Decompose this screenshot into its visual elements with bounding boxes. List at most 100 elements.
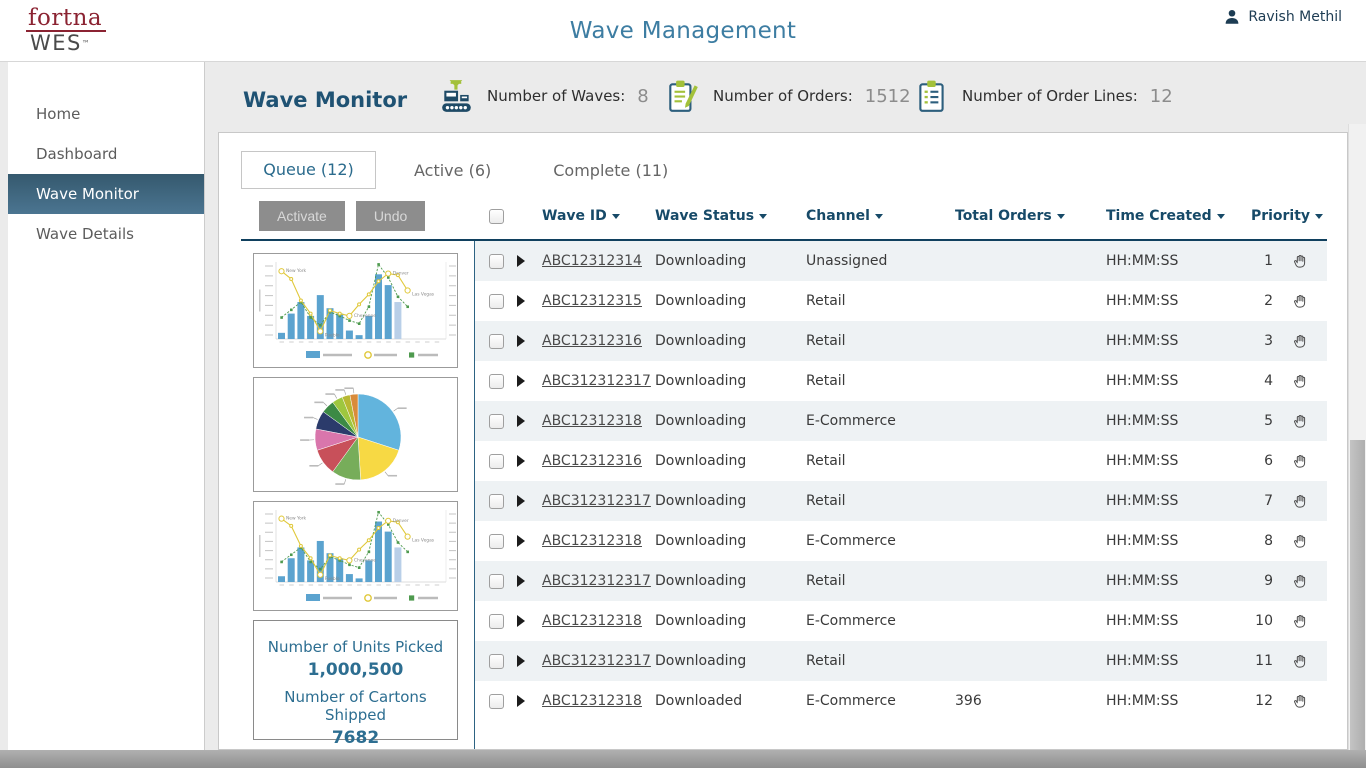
drag-handle-cell xyxy=(1273,373,1327,390)
column-header-wave-id[interactable]: Wave ID xyxy=(539,208,651,224)
chart-annotation: Denver xyxy=(393,518,409,524)
wave-id-link[interactable]: ABC12312318 xyxy=(539,533,651,549)
time-created-cell: HH:MM:SS xyxy=(1106,253,1179,269)
user-name: Ravish Methil xyxy=(1248,9,1342,25)
row-checkbox[interactable] xyxy=(488,453,504,469)
row-checkbox[interactable] xyxy=(488,613,504,629)
column-header-total-orders[interactable]: Total Orders xyxy=(947,208,1097,224)
sidebar-item-wave-details[interactable]: Wave Details xyxy=(8,214,204,254)
row-checkbox[interactable] xyxy=(488,653,504,669)
row-checkbox[interactable] xyxy=(488,333,504,349)
wave-id-link[interactable]: ABC312312317 xyxy=(539,573,651,589)
drag-handle-icon[interactable] xyxy=(1292,493,1309,510)
row-checkbox[interactable] xyxy=(488,293,504,309)
row-checkbox[interactable] xyxy=(488,573,504,589)
bar xyxy=(297,547,305,582)
row-checkbox[interactable] xyxy=(488,493,504,509)
expand-row-icon[interactable] xyxy=(517,295,525,307)
drag-handle-cell xyxy=(1273,653,1327,670)
column-header-priority[interactable]: Priority xyxy=(1247,208,1327,224)
wave-id-link[interactable]: ABC12312318 xyxy=(539,413,651,429)
wave-id-link[interactable]: ABC12312314 xyxy=(539,253,651,269)
expand-row-icon[interactable] xyxy=(517,255,525,267)
combo-chart: New York Pueblo Cheyenne Denver Las Vegas xyxy=(259,262,456,359)
expand-row-icon[interactable] xyxy=(517,655,525,667)
drag-handle-icon[interactable] xyxy=(1292,413,1309,430)
row-checkbox[interactable] xyxy=(488,413,504,429)
horizontal-scrollbar[interactable] xyxy=(0,750,1366,768)
bar xyxy=(345,330,353,339)
wave-status-cell: Downloaded xyxy=(655,693,743,709)
row-checkbox[interactable] xyxy=(488,253,504,269)
tab-queue[interactable]: Queue (12) xyxy=(241,151,376,189)
priority-cell: 10 xyxy=(1255,613,1273,629)
chart-annotation: Las Vegas xyxy=(412,291,435,297)
combo-chart-panel-1[interactable]: New York Pueblo Cheyenne Denver Las Vegas xyxy=(253,253,458,368)
sort-caret-icon xyxy=(874,213,883,219)
table-row: ABC312312317 Downloading Retail HH:MM:SS 9 xyxy=(475,561,1327,601)
drag-handle-icon[interactable] xyxy=(1292,693,1309,710)
vertical-scrollbar[interactable] xyxy=(1348,124,1366,768)
vertical-scrollbar-thumb[interactable] xyxy=(1350,440,1365,768)
sidebar-item-home[interactable]: Home xyxy=(8,94,204,134)
chart-annotation: Pueblo xyxy=(325,332,340,338)
tab-active[interactable]: Active (6) xyxy=(390,161,515,189)
pie-chart-panel[interactable] xyxy=(253,377,458,492)
wave-id-link[interactable]: ABC12312316 xyxy=(539,453,651,469)
drag-handle-cell xyxy=(1273,493,1327,510)
expand-row-icon[interactable] xyxy=(517,535,525,547)
drag-handle-icon[interactable] xyxy=(1292,293,1309,310)
drag-handle-icon[interactable] xyxy=(1292,573,1309,590)
expand-row-icon[interactable] xyxy=(517,495,525,507)
drag-handle-icon[interactable] xyxy=(1292,613,1309,630)
channel-cell: E-Commerce xyxy=(806,693,896,709)
wave-id-link[interactable]: ABC12312315 xyxy=(539,293,651,309)
drag-handle-icon[interactable] xyxy=(1292,373,1309,390)
wave-id-link[interactable]: ABC12312316 xyxy=(539,333,651,349)
column-header-time-created[interactable]: Time Created xyxy=(1097,208,1247,224)
charts-column: New York Pueblo Cheyenne Denver Las Vegas Ne… xyxy=(241,241,475,749)
row-checkbox[interactable] xyxy=(488,373,504,389)
expand-row-icon[interactable] xyxy=(517,415,525,427)
priority-cell: 5 xyxy=(1264,413,1273,429)
sort-caret-icon xyxy=(611,213,620,219)
time-created-cell: HH:MM:SS xyxy=(1106,413,1179,429)
drag-handle-icon[interactable] xyxy=(1292,653,1309,670)
drag-handle-icon[interactable] xyxy=(1292,533,1309,550)
combo-chart-panel-2[interactable]: New York Pueblo Cheyenne Denver Las Vegas xyxy=(253,501,458,611)
activate-button[interactable]: Activate xyxy=(259,201,345,231)
time-created-cell: HH:MM:SS xyxy=(1106,293,1179,309)
row-checkbox[interactable] xyxy=(488,693,504,709)
expand-row-icon[interactable] xyxy=(517,335,525,347)
sidebar-item-dashboard[interactable]: Dashboard xyxy=(8,134,204,174)
wave-id-link[interactable]: ABC312312317 xyxy=(539,493,651,509)
user-menu[interactable]: Ravish Methil xyxy=(1223,8,1342,26)
undo-button[interactable]: Undo xyxy=(355,201,426,231)
wave-id-link[interactable]: ABC312312317 xyxy=(539,373,651,389)
priority-cell: 9 xyxy=(1264,573,1273,589)
expand-row-icon[interactable] xyxy=(517,575,525,587)
drag-handle-icon[interactable] xyxy=(1292,253,1309,270)
sidebar-item-wave-monitor[interactable]: Wave Monitor xyxy=(8,174,204,214)
column-header-wave-status[interactable]: Wave Status xyxy=(651,208,801,224)
wave-id-link[interactable]: ABC312312317 xyxy=(539,653,651,669)
expand-row-icon[interactable] xyxy=(517,375,525,387)
select-all-checkbox[interactable] xyxy=(488,208,504,224)
wave-id-link[interactable]: ABC12312318 xyxy=(539,693,651,709)
drag-handle-icon[interactable] xyxy=(1292,333,1309,350)
drag-handle-icon[interactable] xyxy=(1292,453,1309,470)
expand-row-icon[interactable] xyxy=(517,695,525,707)
channel-cell: Retail xyxy=(806,333,846,349)
column-header-channel[interactable]: Channel xyxy=(801,208,947,224)
user-icon xyxy=(1226,9,1239,24)
stat-number-of-orders: Number of Orders: 1512 xyxy=(665,78,911,114)
row-checkbox[interactable] xyxy=(488,533,504,549)
wave-monitor-card: Queue (12) Active (6) Complete (11) Activa… xyxy=(218,132,1348,750)
expand-row-icon[interactable] xyxy=(517,615,525,627)
expand-row-icon[interactable] xyxy=(517,455,525,467)
table-body: ABC12312314 Downloading Unassigned HH:MM:SS… xyxy=(475,241,1327,749)
wave-id-link[interactable]: ABC12312318 xyxy=(539,613,651,629)
table-row: ABC12312316 Downloading Retail HH:MM:SS 3 xyxy=(475,321,1327,361)
tab-complete[interactable]: Complete (11) xyxy=(529,161,692,189)
bar xyxy=(278,332,285,339)
